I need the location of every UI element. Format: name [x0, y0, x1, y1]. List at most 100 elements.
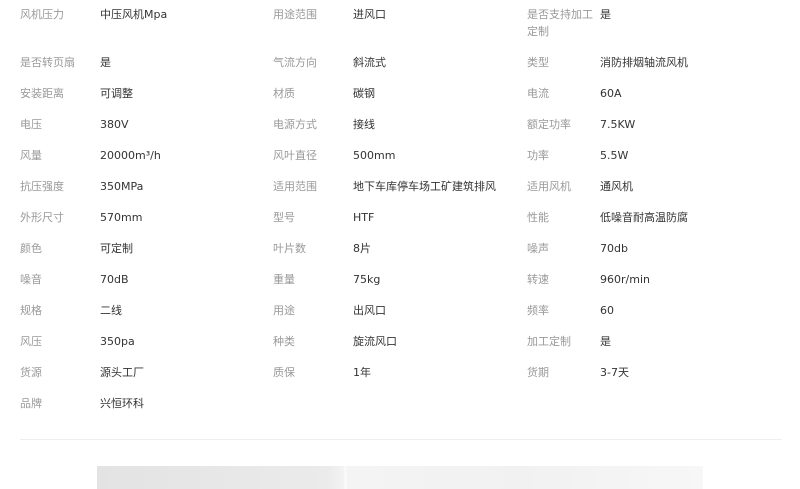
spec-item: 性能 低噪音耐高温防腐 — [527, 209, 780, 226]
spec-item: 质保 1年 — [273, 364, 527, 381]
product-image-highlight — [344, 466, 347, 489]
spec-label: 气流方向 — [273, 56, 317, 69]
spec-label: 用途 — [273, 304, 295, 317]
spec-label: 抗压强度 — [20, 180, 64, 193]
spec-item: 噪音 70dB — [20, 271, 273, 288]
spec-item: 电源方式 接线 — [273, 116, 527, 133]
spec-item: 颜色 可定制 — [20, 240, 273, 257]
spec-item: 是否转页扇 是 — [20, 54, 273, 71]
spec-label: 货源 — [20, 366, 42, 379]
spec-item: 转速 960r/min — [527, 271, 780, 288]
spec-value: 碳钢 — [353, 87, 375, 100]
spec-label: 规格 — [20, 304, 42, 317]
spec-item: 电压 380V — [20, 116, 273, 133]
spec-item: 风机压力 中压风机Mpa — [20, 6, 273, 23]
spec-item: 用途 出风口 — [273, 302, 527, 319]
spec-item: 抗压强度 350MPa — [20, 178, 273, 195]
spec-label: 叶片数 — [273, 242, 306, 255]
spec-value: 350MPa — [100, 180, 144, 193]
spec-value: 60 — [600, 304, 614, 317]
spec-label: 适用风机 — [527, 180, 571, 193]
spec-row: 是否转页扇 是 气流方向 斜流式 类型 消防排烟轴流风机 — [20, 54, 780, 85]
spec-value: 斜流式 — [353, 56, 386, 69]
spec-item: 风压 350pa — [20, 333, 273, 350]
spec-item: 货期 3-7天 — [527, 364, 780, 381]
spec-label: 噪音 — [20, 273, 42, 286]
spec-item: 气流方向 斜流式 — [273, 54, 527, 71]
spec-label: 风机压力 — [20, 8, 64, 21]
spec-item: 风量 20000m³/h — [20, 147, 273, 164]
spec-item: 品牌 兴恒环科 — [20, 395, 273, 412]
spec-label: 用途范围 — [273, 8, 317, 21]
spec-value: 500mm — [353, 149, 396, 162]
spec-label: 电压 — [20, 118, 42, 131]
spec-value: 1年 — [353, 366, 371, 379]
spec-label: 噪声 — [527, 242, 549, 255]
spec-label: 重量 — [273, 273, 295, 286]
spec-value: 是 — [600, 335, 611, 348]
spec-label: 额定功率 — [527, 118, 571, 131]
spec-value: 3-7天 — [600, 366, 629, 379]
spec-value: 可调整 — [100, 87, 133, 100]
spec-value: 70db — [600, 242, 628, 255]
spec-row: 抗压强度 350MPa 适用范围 地下车库停车场工矿建筑排风 适用风机 通风机 — [20, 178, 780, 209]
spec-label: 颜色 — [20, 242, 42, 255]
spec-value: 通风机 — [600, 180, 633, 193]
spec-value: 进风口 — [353, 8, 386, 21]
spec-label: 性能 — [527, 211, 549, 224]
spec-value: 旋流风口 — [353, 335, 397, 348]
spec-label: 功率 — [527, 149, 549, 162]
spec-value: 60A — [600, 87, 622, 100]
spec-row: 风机压力 中压风机Mpa 用途范围 进风口 是否支持加工定制 是 — [20, 6, 780, 54]
spec-row: 风压 350pa 种类 旋流风口 加工定制 是 — [20, 333, 780, 364]
spec-label: 电源方式 — [273, 118, 317, 131]
spec-label: 是否转页扇 — [20, 56, 75, 69]
spec-value: 70dB — [100, 273, 129, 286]
spec-value: HTF — [353, 211, 375, 224]
spec-label: 型号 — [273, 211, 295, 224]
spec-label: 外形尺寸 — [20, 211, 64, 224]
spec-item: 材质 碳钢 — [273, 85, 527, 102]
spec-item: 货源 源头工厂 — [20, 364, 273, 381]
spec-item: 安装距离 可调整 — [20, 85, 273, 102]
spec-value: 7.5KW — [600, 118, 636, 131]
spec-label: 风压 — [20, 335, 42, 348]
spec-value: 75kg — [353, 273, 381, 286]
spec-item: 适用风机 通风机 — [527, 178, 780, 195]
spec-item: 叶片数 8片 — [273, 240, 527, 257]
section-divider — [20, 439, 782, 440]
spec-label: 类型 — [527, 56, 549, 69]
spec-item: 功率 5.5W — [527, 147, 780, 164]
spec-item: 频率 60 — [527, 302, 780, 319]
spec-label: 质保 — [273, 366, 295, 379]
spec-value: 消防排烟轴流风机 — [600, 56, 688, 69]
spec-label: 是否支持加工定制 — [527, 8, 593, 38]
spec-row: 噪音 70dB 重量 75kg 转速 960r/min — [20, 271, 780, 302]
product-spec-table: 风机压力 中压风机Mpa 用途范围 进风口 是否支持加工定制 是 是否转页扇 是… — [20, 6, 780, 426]
spec-value: 低噪音耐高温防腐 — [600, 211, 688, 224]
spec-value: 源头工厂 — [100, 366, 144, 379]
spec-value: 8片 — [353, 242, 371, 255]
spec-row: 品牌 兴恒环科 — [20, 395, 780, 426]
product-image — [97, 466, 703, 489]
spec-item: 规格 二线 — [20, 302, 273, 319]
spec-row: 电压 380V 电源方式 接线 额定功率 7.5KW — [20, 116, 780, 147]
spec-label: 转速 — [527, 273, 549, 286]
spec-item: 电流 60A — [527, 85, 780, 102]
spec-value: 兴恒环科 — [100, 397, 144, 410]
spec-row: 安装距离 可调整 材质 碳钢 电流 60A — [20, 85, 780, 116]
spec-label: 种类 — [273, 335, 295, 348]
spec-label: 适用范围 — [273, 180, 317, 193]
spec-label: 频率 — [527, 304, 549, 317]
spec-row: 货源 源头工厂 质保 1年 货期 3-7天 — [20, 364, 780, 395]
spec-value: 20000m³/h — [100, 149, 161, 162]
spec-value: 中压风机Mpa — [100, 8, 168, 21]
spec-row: 颜色 可定制 叶片数 8片 噪声 70db — [20, 240, 780, 271]
spec-item: 外形尺寸 570mm — [20, 209, 273, 226]
spec-label: 品牌 — [20, 397, 42, 410]
spec-label: 货期 — [527, 366, 549, 379]
spec-label: 风量 — [20, 149, 42, 162]
spec-value: 是 — [600, 8, 611, 21]
spec-value: 地下车库停车场工矿建筑排风 — [353, 180, 496, 193]
spec-value: 可定制 — [100, 242, 133, 255]
